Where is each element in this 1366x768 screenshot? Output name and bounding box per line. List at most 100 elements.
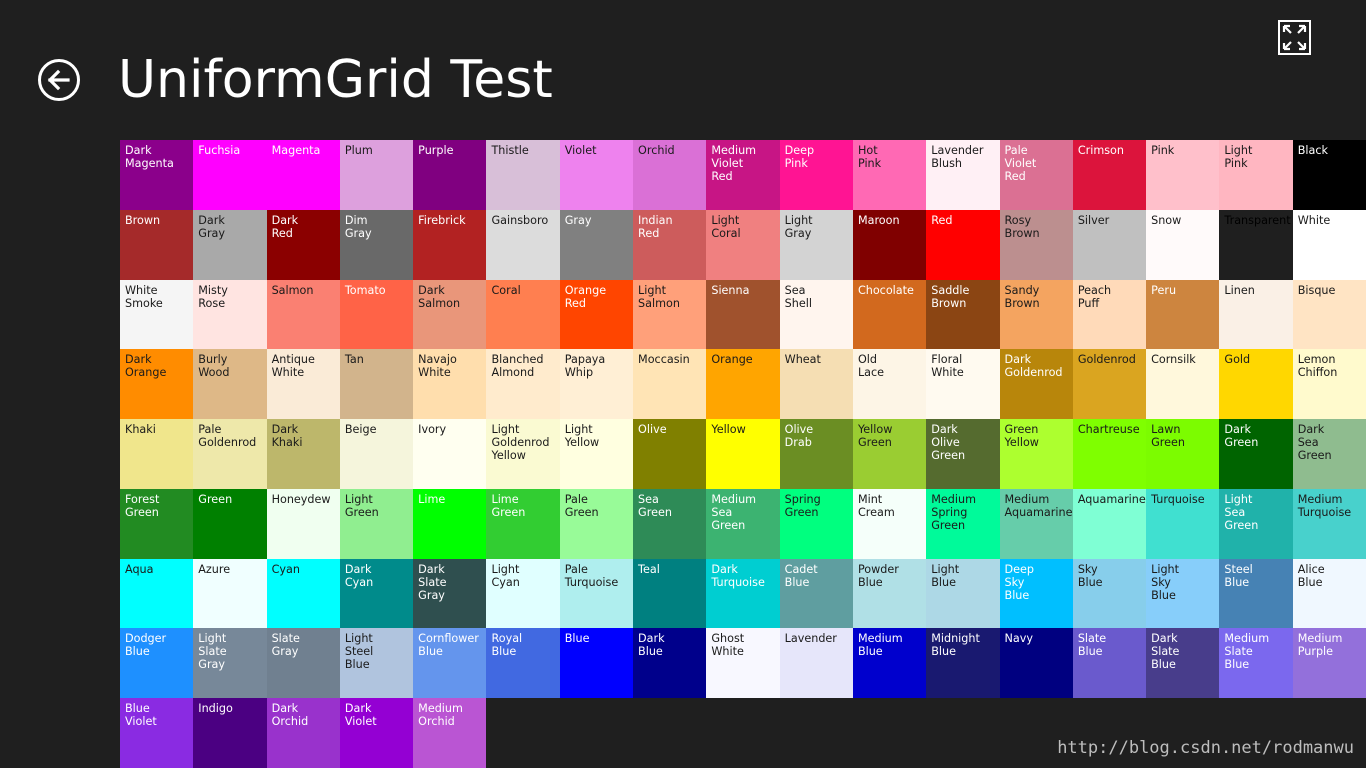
- color-tile[interactable]: Peach Puff: [1072, 279, 1147, 350]
- color-tile[interactable]: Lime Green: [486, 488, 560, 559]
- color-tile[interactable]: Forest Green: [120, 488, 194, 559]
- color-tile[interactable]: Hot Pink: [852, 140, 927, 210]
- color-tile[interactable]: Black: [1292, 140, 1366, 210]
- color-tile[interactable]: Bisque: [1292, 279, 1366, 350]
- color-tile[interactable]: Turquoise: [1146, 488, 1220, 559]
- color-tile[interactable]: Dim Gray: [339, 209, 414, 280]
- color-tile[interactable]: Aqua: [120, 558, 194, 629]
- color-tile[interactable]: Medium Aquamarine: [999, 488, 1073, 559]
- color-tile[interactable]: Light Gray: [779, 209, 853, 280]
- color-tile[interactable]: Firebrick: [413, 209, 487, 280]
- color-tile[interactable]: Pink: [1146, 140, 1220, 210]
- color-tile[interactable]: Burly Wood: [193, 349, 267, 420]
- color-tile[interactable]: Maroon: [852, 209, 927, 280]
- color-tile[interactable]: Gold: [1219, 349, 1293, 420]
- color-tile[interactable]: Light Sky Blue: [1146, 558, 1220, 629]
- color-tile[interactable]: Lawn Green: [1146, 419, 1220, 489]
- color-tile[interactable]: Chocolate: [852, 279, 927, 350]
- color-tile[interactable]: Light Blue: [926, 558, 1000, 629]
- color-tile[interactable]: Sandy Brown: [999, 279, 1073, 350]
- color-tile[interactable]: Green: [193, 488, 267, 559]
- color-tile[interactable]: Cadet Blue: [779, 558, 853, 629]
- color-tile[interactable]: Light Steel Blue: [339, 628, 414, 699]
- color-tile[interactable]: Dark Orange: [120, 349, 194, 420]
- color-tile[interactable]: Medium Orchid: [413, 698, 487, 768]
- color-tile[interactable]: Teal: [633, 558, 707, 629]
- color-tile[interactable]: Dark Gray: [193, 209, 267, 280]
- color-tile[interactable]: Crimson: [1072, 140, 1147, 210]
- color-tile[interactable]: Dark Magenta: [120, 140, 194, 210]
- color-tile[interactable]: Pale Violet Red: [999, 140, 1073, 210]
- color-tile[interactable]: Dark Violet: [339, 698, 414, 768]
- color-tile[interactable]: Slate Gray: [266, 628, 340, 699]
- color-tile[interactable]: Beige: [339, 419, 414, 489]
- color-tile[interactable]: Dark Cyan: [339, 558, 414, 629]
- color-tile[interactable]: Thistle: [486, 140, 560, 210]
- color-tile[interactable]: Medium Blue: [852, 628, 927, 699]
- color-tile[interactable]: Gray: [559, 209, 634, 280]
- color-tile[interactable]: Light Coral: [706, 209, 780, 280]
- color-tile[interactable]: Silver: [1072, 209, 1147, 280]
- color-tile[interactable]: Medium Purple: [1292, 628, 1366, 699]
- color-tile[interactable]: Medium Turquoise: [1292, 488, 1366, 559]
- color-tile[interactable]: Alice Blue: [1292, 558, 1366, 629]
- color-tile[interactable]: Saddle Brown: [926, 279, 1000, 350]
- fullscreen-button[interactable]: [1278, 20, 1311, 55]
- color-tile[interactable]: Olive: [633, 419, 707, 489]
- color-tile[interactable]: Old Lace: [852, 349, 927, 420]
- color-tile[interactable]: Blue: [559, 628, 634, 699]
- color-tile[interactable]: Indigo: [193, 698, 267, 768]
- color-tile[interactable]: Misty Rose: [193, 279, 267, 350]
- color-tile[interactable]: Green Yellow: [999, 419, 1073, 489]
- color-tile[interactable]: Sea Green: [633, 488, 707, 559]
- color-tile[interactable]: Orange: [706, 349, 780, 420]
- color-tile[interactable]: Linen: [1219, 279, 1293, 350]
- color-tile[interactable]: Light Goldenrod Yellow: [486, 419, 560, 489]
- color-tile[interactable]: Lavender Blush: [926, 140, 1000, 210]
- color-tile[interactable]: Dodger Blue: [120, 628, 194, 699]
- color-tile[interactable]: Light Cyan: [486, 558, 560, 629]
- color-tile[interactable]: Light Green: [339, 488, 414, 559]
- color-tile[interactable]: Aquamarine: [1072, 488, 1147, 559]
- color-tile[interactable]: Brown: [120, 209, 194, 280]
- color-tile[interactable]: Moccasin: [633, 349, 707, 420]
- color-tile[interactable]: Purple: [413, 140, 487, 210]
- color-tile[interactable]: Navy: [999, 628, 1073, 699]
- color-tile[interactable]: White Smoke: [120, 279, 194, 350]
- color-tile[interactable]: Goldenrod: [1072, 349, 1147, 420]
- color-tile[interactable]: Dark Khaki: [266, 419, 340, 489]
- color-tile[interactable]: Red: [926, 209, 1000, 280]
- color-tile[interactable]: Dark Salmon: [413, 279, 487, 350]
- color-tile[interactable]: Light Sea Green: [1219, 488, 1293, 559]
- color-tile[interactable]: Pale Goldenrod: [193, 419, 267, 489]
- color-tile[interactable]: Sea Shell: [779, 279, 853, 350]
- color-tile[interactable]: Light Salmon: [633, 279, 707, 350]
- back-button[interactable]: [38, 59, 80, 101]
- color-tile[interactable]: Lavender: [779, 628, 853, 699]
- color-tile[interactable]: Chartreuse: [1072, 419, 1147, 489]
- color-tile[interactable]: Medium Sea Green: [706, 488, 780, 559]
- color-tile[interactable]: Peru: [1146, 279, 1220, 350]
- color-tile[interactable]: Olive Drab: [779, 419, 853, 489]
- color-tile[interactable]: Dark Slate Blue: [1146, 628, 1220, 699]
- color-tile[interactable]: Dark Orchid: [266, 698, 340, 768]
- color-tile[interactable]: Ivory: [413, 419, 487, 489]
- color-tile[interactable]: Dark Blue: [633, 628, 707, 699]
- color-tile[interactable]: Powder Blue: [852, 558, 927, 629]
- color-tile[interactable]: Coral: [486, 279, 560, 350]
- color-tile[interactable]: Medium Violet Red: [706, 140, 780, 210]
- color-tile[interactable]: Dark Turquoise: [706, 558, 780, 629]
- color-tile[interactable]: Pale Green: [559, 488, 634, 559]
- color-tile[interactable]: Orchid: [633, 140, 707, 210]
- color-tile[interactable]: Tomato: [339, 279, 414, 350]
- color-tile[interactable]: Deep Sky Blue: [999, 558, 1073, 629]
- color-tile[interactable]: Yellow Green: [852, 419, 927, 489]
- color-tile[interactable]: Dark Red: [266, 209, 340, 280]
- color-tile[interactable]: Dark Olive Green: [926, 419, 1000, 489]
- color-tile[interactable]: Dark Green: [1219, 419, 1293, 489]
- color-tile[interactable]: Navajo White: [413, 349, 487, 420]
- color-tile[interactable]: Light Yellow: [559, 419, 634, 489]
- color-tile[interactable]: Medium Slate Blue: [1219, 628, 1293, 699]
- color-tile[interactable]: Papaya Whip: [559, 349, 634, 420]
- color-tile[interactable]: Orange Red: [559, 279, 634, 350]
